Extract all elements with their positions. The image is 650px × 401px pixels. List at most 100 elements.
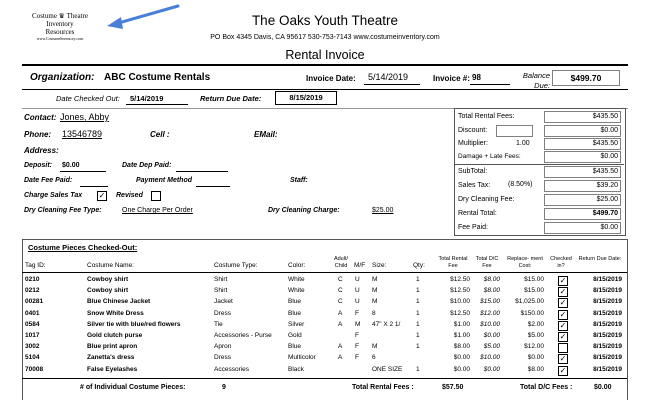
col-type: Costume Type:: [214, 262, 258, 269]
cell-due: 8/15/2019: [593, 276, 622, 283]
dry-cleaning-fee-field: $25.00: [544, 194, 621, 206]
cell-replace: $2.00: [527, 320, 544, 328]
checked-in-checkbox[interactable]: [558, 343, 568, 354]
multiplier-label: Multiplier:: [458, 140, 488, 147]
dry-cleaning-fee-value: $25.00: [596, 196, 618, 203]
cell-name: Blue print apron: [87, 343, 138, 351]
cell-qty: 1: [416, 365, 420, 373]
cell-name: Blue Chinese Jacket: [87, 298, 151, 306]
checked-in-checkbox[interactable]: ✓: [558, 332, 568, 342]
cell-dc: $5.00: [483, 343, 500, 351]
col-checked-in: Checked in?: [550, 256, 572, 269]
cell-mf: F: [355, 332, 359, 339]
cell-type: Jacket: [214, 298, 233, 306]
revised-checkbox[interactable]: [151, 191, 161, 201]
cell-rental: $12.50: [450, 287, 470, 295]
cell-replace: $15.00: [524, 287, 544, 295]
return-due-value: 8/15/2019: [289, 93, 323, 102]
dry-cleaning-charge-label: Dry Cleaning Charge:: [268, 207, 340, 214]
total-rental-value: $57.50: [442, 384, 464, 391]
col-name: Costume Name:: [87, 262, 134, 269]
balance-due-field: $499.70: [552, 70, 620, 86]
divider: [22, 89, 628, 90]
total-rental-fees-value: $435.50: [592, 113, 618, 120]
cell-tag: 3002: [25, 343, 40, 351]
cell-tag: 0212: [25, 287, 40, 295]
sales-tax-label: Sales Tax:: [458, 182, 491, 189]
cell-name: Cowboy shirt: [87, 287, 129, 295]
cell-tag: 0401: [25, 309, 40, 317]
underline: [126, 104, 188, 105]
underline: [364, 84, 420, 85]
cell-size: M: [372, 287, 378, 295]
underline: [176, 171, 228, 172]
damage-value: $0.00: [600, 153, 618, 160]
cell-color: Blue: [288, 298, 302, 306]
cell-ac: A: [338, 354, 343, 362]
pieces-section-title: Costume Pieces Checked-Out:: [28, 243, 138, 252]
cell-rental: $8.00: [453, 343, 470, 351]
underline: [60, 171, 106, 172]
cell-type: Dress: [214, 354, 231, 362]
cell-mf: F: [355, 309, 359, 317]
cell-color: Black: [288, 365, 304, 373]
cell-rental: $10.00: [450, 298, 470, 306]
contact-value: Jones, Abby: [60, 112, 110, 122]
cell-due: 8/15/2019: [593, 309, 622, 317]
org-name: The Oaks Youth Theatre: [251, 13, 399, 28]
checked-in-checkbox[interactable]: ✓: [558, 320, 568, 331]
cell-replace: $0.00: [527, 354, 544, 362]
checked-in-checkbox[interactable]: ✓: [558, 298, 568, 309]
col-qty: Qty:: [413, 262, 425, 269]
charge-sales-tax-checkbox[interactable]: ✓: [97, 191, 107, 201]
cell-name: Gold clutch purse: [87, 332, 143, 339]
cell-tag: 5104: [25, 354, 40, 362]
cell-size: M: [372, 343, 378, 351]
cell-qty: 1: [416, 298, 420, 306]
cell-replace: $1,025.00: [515, 298, 544, 306]
cell-color: Blue: [288, 309, 302, 317]
balance-due-label: Balance Due:: [522, 71, 550, 90]
cell-ac: A: [338, 320, 343, 328]
cell-size: 6: [372, 354, 376, 362]
cell-replace: $5.00: [527, 332, 544, 339]
cell-replace: $15.00: [524, 276, 544, 283]
checked-in-checkbox[interactable]: ✓: [558, 309, 568, 320]
discount-label: Discount:: [458, 127, 488, 134]
cell-due: 8/15/2019: [593, 298, 622, 306]
checked-in-checkbox[interactable]: ✓: [558, 287, 568, 298]
rental-total-value: $499.70: [592, 210, 618, 217]
checked-in-checkbox[interactable]: ✓: [558, 354, 568, 365]
checked-out-value: 5/14/2019: [130, 94, 164, 103]
col-adult-child: Adult/ Child: [333, 256, 349, 269]
cell-color: White: [288, 287, 305, 295]
cell-tag: 0584: [25, 320, 40, 328]
multiplier-total-value: $435.50: [592, 140, 618, 147]
cell-tag: 00281: [25, 298, 44, 306]
cell-label: Cell :: [150, 130, 170, 139]
col-tag: Tag ID:: [25, 262, 46, 269]
cell-dc: $12.00: [480, 309, 500, 317]
cell-type: Shirt: [214, 287, 228, 295]
cell-mf: U: [355, 287, 360, 295]
divider: [22, 272, 627, 273]
cell-name: False Eyelashes: [87, 365, 138, 373]
discount-value: $0.00: [600, 127, 618, 134]
checked-in-checkbox[interactable]: ✓: [558, 276, 568, 286]
subtotal-label: SubTotal:: [458, 168, 488, 175]
cell-replace: $8.00: [527, 365, 544, 373]
cell-size: M: [372, 298, 378, 306]
address-label: Address:: [24, 146, 59, 155]
cell-qty: 1: [416, 343, 420, 351]
cell-type: Tie: [214, 320, 223, 328]
charge-sales-tax-label: Charge Sales Tax: [24, 192, 83, 199]
fee-paid-label: Fee Paid:: [458, 224, 488, 231]
underline: [470, 84, 510, 85]
col-size: Size:: [372, 262, 387, 269]
cell-rental: $0.00: [453, 365, 470, 373]
checked-in-checkbox[interactable]: ✓: [558, 365, 568, 376]
staff-label: Staff:: [290, 177, 308, 184]
phone-label: Phone:: [24, 130, 52, 139]
return-due-label: Return Due Date:: [200, 94, 262, 103]
col-dc-fee: Total D/C Fee: [475, 256, 499, 269]
